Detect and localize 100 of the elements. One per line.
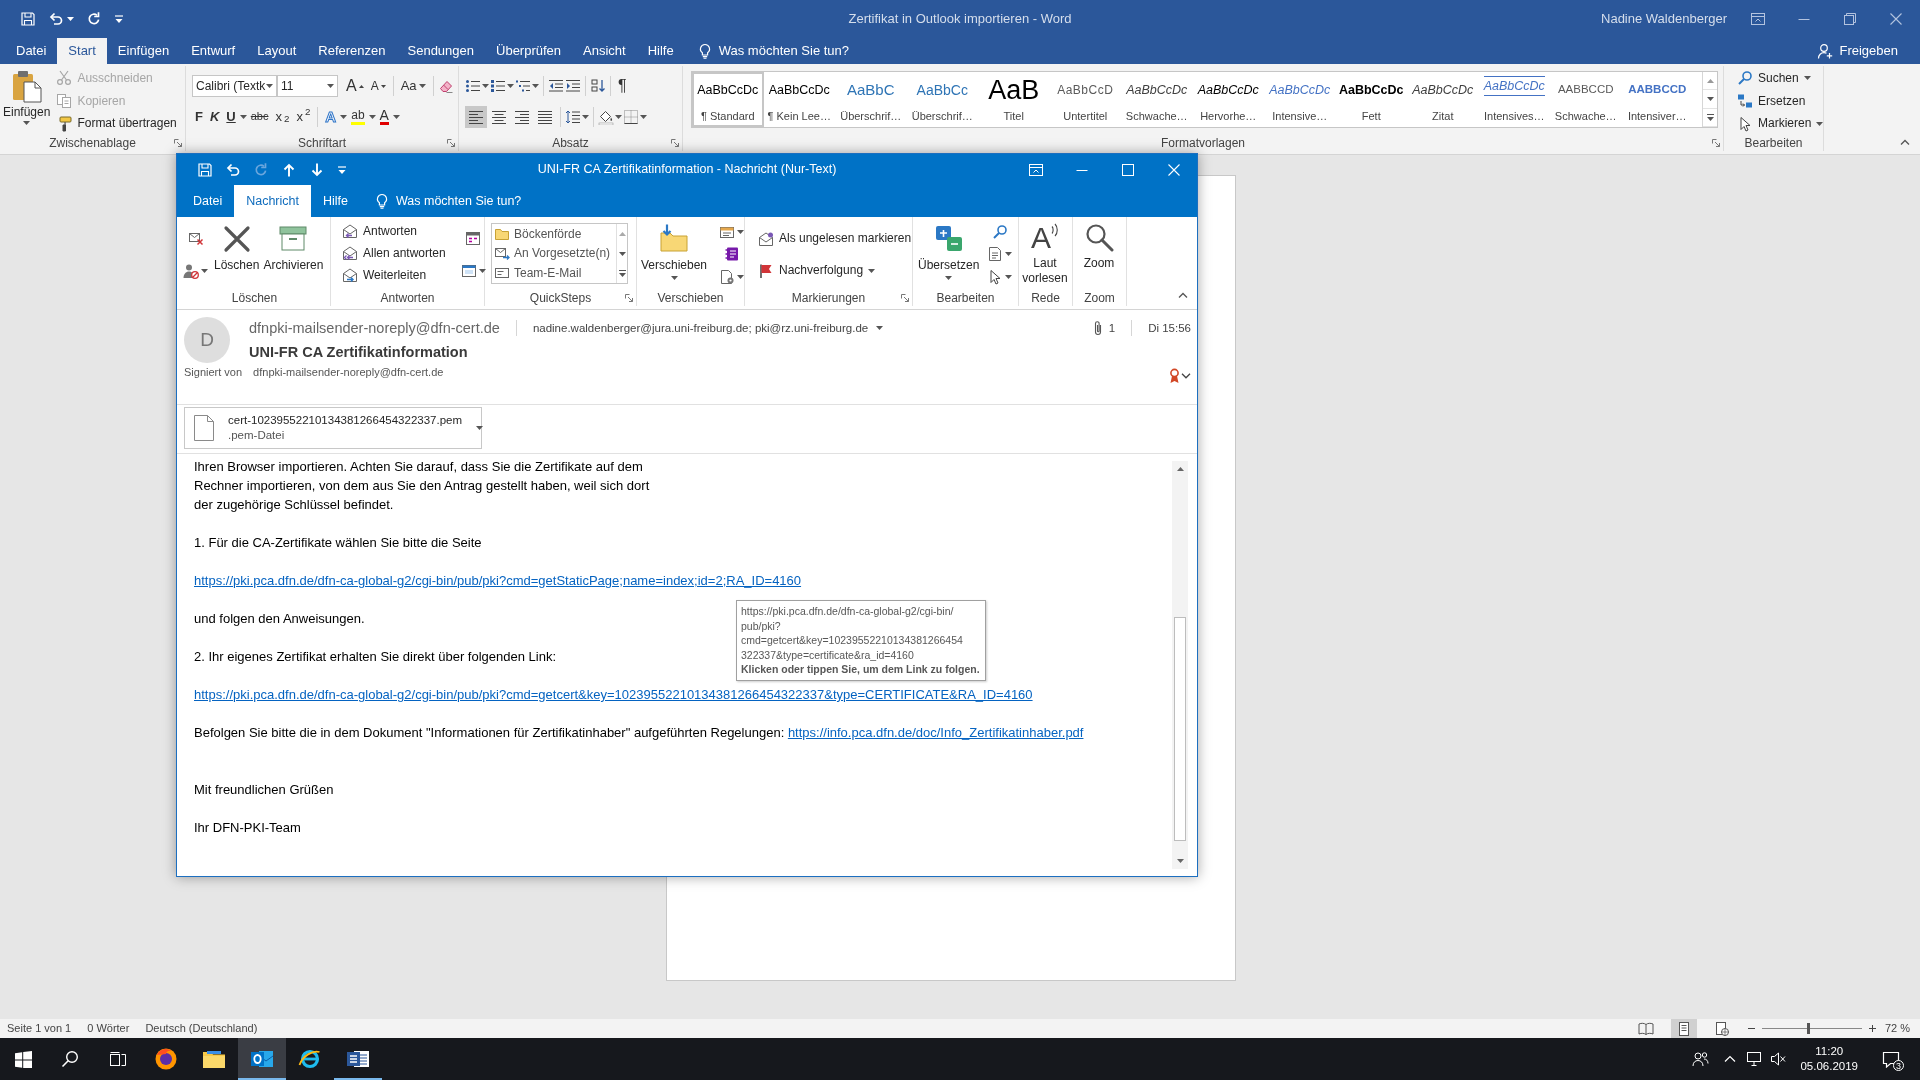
caret-icon[interactable] [582, 115, 589, 119]
scroll-up-icon[interactable] [1706, 78, 1714, 83]
reply-all-button[interactable]: Allen antworten [339, 242, 449, 264]
note-card-icon[interactable] [719, 224, 736, 241]
grow-font-button[interactable]: A [343, 75, 367, 97]
restore-icon[interactable] [1842, 11, 1858, 27]
follow-up-button[interactable]: Nachverfolgung [755, 259, 915, 282]
speaker-muted-icon[interactable] [1770, 1051, 1787, 1067]
save-icon[interactable] [197, 161, 213, 178]
user-name[interactable]: Nadine Waldenberger [1601, 10, 1727, 28]
increase-indent-icon[interactable] [565, 78, 581, 94]
slider-thumb[interactable] [1807, 1023, 1811, 1034]
superscript-button[interactable]: x$^{2}$ [293, 106, 314, 128]
style-item[interactable]: AABBCCD Schwache… [1550, 72, 1622, 127]
font-size-field[interactable]: 11 [277, 75, 338, 97]
find-button[interactable]: Suchen [1734, 67, 1827, 90]
shrink-font-button[interactable]: A [367, 75, 389, 97]
close-icon[interactable] [1888, 11, 1904, 27]
customize-icon[interactable] [114, 14, 124, 24]
undo-icon[interactable] [48, 11, 64, 27]
caret-icon[interactable] [239, 115, 247, 119]
font-color-button[interactable]: A [376, 106, 392, 128]
highlight-button[interactable]: ab [348, 106, 368, 128]
ribbon-tab[interactable]: Nachricht [234, 185, 311, 217]
style-item[interactable]: AaBbCcDc Intensives… [1478, 72, 1550, 127]
caret-icon[interactable] [266, 84, 273, 88]
scroll-down-icon[interactable] [1706, 97, 1714, 101]
style-item[interactable]: AaBbCcDc ¶ Kein Lee… [763, 72, 835, 127]
font-name-field[interactable]: Calibri (Textk [192, 75, 277, 97]
underline-button[interactable]: U [223, 106, 239, 128]
move-button[interactable]: Verschieben [637, 217, 710, 290]
tell-me-button[interactable]: Was möchten Sie tun? [374, 185, 522, 217]
body-link[interactable]: https://info.pca.dfn.de/doc/Info_Zertifikatinhaber.pdf [787, 725, 1084, 740]
more-icon[interactable] [618, 269, 626, 277]
decrease-indent-icon[interactable] [548, 78, 564, 94]
scrollbar[interactable] [1172, 461, 1188, 869]
style-item[interactable]: AABBCCD Intensiver… [1621, 72, 1693, 127]
zoom-button[interactable]: Zoom [1073, 217, 1125, 290]
caret-icon[interactable] [640, 115, 647, 119]
style-item[interactable]: AaB Titel [978, 72, 1050, 127]
dialog-launcher-icon[interactable] [447, 139, 455, 147]
align-left-button[interactable] [465, 106, 487, 128]
caret-icon[interactable] [615, 115, 622, 119]
ribbon-tab[interactable]: Entwurf [180, 38, 247, 64]
style-item[interactable]: AaBbCcD Untertitel [1049, 72, 1121, 127]
replace-button[interactable]: Ersetzen [1734, 89, 1827, 113]
eraser-icon[interactable] [437, 78, 454, 94]
ribbon-tab[interactable]: Referenzen [307, 38, 397, 64]
ribbon-tab[interactable]: Sendungen [396, 38, 485, 64]
strikethrough-button[interactable]: abc [247, 106, 272, 128]
ribbon-options-icon[interactable] [1028, 161, 1044, 178]
print-layout-button[interactable] [1670, 1019, 1697, 1038]
caret-icon[interactable] [1005, 274, 1013, 279]
search-icon[interactable] [61, 1050, 79, 1068]
translate-button[interactable]: Übersetzen [913, 217, 982, 290]
paste-button[interactable]: Einfügen [0, 66, 54, 135]
caret-icon[interactable] [876, 326, 884, 330]
document-icon[interactable] [987, 246, 1004, 263]
dialog-launcher-icon[interactable] [625, 294, 633, 302]
scroll-up-icon[interactable] [1176, 467, 1184, 471]
delete-button[interactable]: Löschen [212, 217, 262, 290]
bullet-list-icon[interactable] [465, 78, 481, 94]
read-aloud-button[interactable]: A Laut vorlesen [1019, 217, 1071, 290]
caret-icon[interactable] [327, 84, 334, 88]
more-icon[interactable] [1706, 113, 1714, 121]
chevron-down-icon[interactable] [1181, 373, 1191, 379]
ribbon-tab[interactable]: Einfügen [106, 38, 181, 64]
subscript-button[interactable]: x$_{2}$ [272, 106, 293, 128]
line-spacing-icon[interactable] [565, 109, 581, 125]
window-icon[interactable] [460, 263, 477, 280]
format-painter-button[interactable]: Format übertragen [53, 112, 180, 135]
caret-icon[interactable] [340, 115, 348, 119]
windows-logo-icon[interactable] [14, 1050, 32, 1068]
body-link[interactable]: https://pki.pca.dfn.de/dfn-ca-global-g2/cgi-bin/pub/pki?cmd=getStaticPage;name=index;id=2;RA_ID=4160 [194, 573, 802, 588]
caret-icon[interactable] [737, 230, 745, 235]
person-blocked-icon[interactable] [183, 263, 199, 280]
caret-icon[interactable] [476, 426, 484, 430]
ribbon-tab[interactable]: Überprüfen [485, 38, 573, 64]
dialog-launcher-icon[interactable] [1712, 139, 1720, 147]
ribbon-tab[interactable]: Hilfe [636, 38, 685, 64]
arrow-up-icon[interactable] [281, 161, 297, 178]
italic-button[interactable]: K [206, 106, 223, 128]
style-item[interactable]: AaBbCcDc Hervorhe… [1192, 72, 1264, 127]
caret-icon[interactable] [201, 269, 208, 274]
change-case-button[interactable]: Aa [397, 75, 429, 97]
quickstep-item[interactable]: Böckenförde [494, 224, 614, 244]
ribbon-tab[interactable]: Datei [181, 185, 235, 217]
zoom-level[interactable]: 72 % [1884, 1021, 1910, 1036]
style-item[interactable]: AaBbCcDc Intensive… [1264, 72, 1336, 127]
arrow-down-icon[interactable] [309, 161, 325, 178]
caret-icon[interactable] [482, 84, 489, 88]
reply-button[interactable]: Antworten [339, 220, 449, 242]
notebook-icon[interactable] [723, 246, 740, 263]
caret-icon[interactable] [392, 115, 400, 119]
task-view-icon[interactable] [109, 1051, 127, 1067]
ribbon-tab[interactable]: Datei [5, 38, 58, 64]
ribbon-tab[interactable]: Hilfe [311, 185, 360, 217]
caret-icon[interactable] [368, 115, 376, 119]
calendar-icon[interactable] [465, 229, 482, 246]
style-item[interactable]: AaBbCcDc ¶ Standard [692, 72, 764, 127]
